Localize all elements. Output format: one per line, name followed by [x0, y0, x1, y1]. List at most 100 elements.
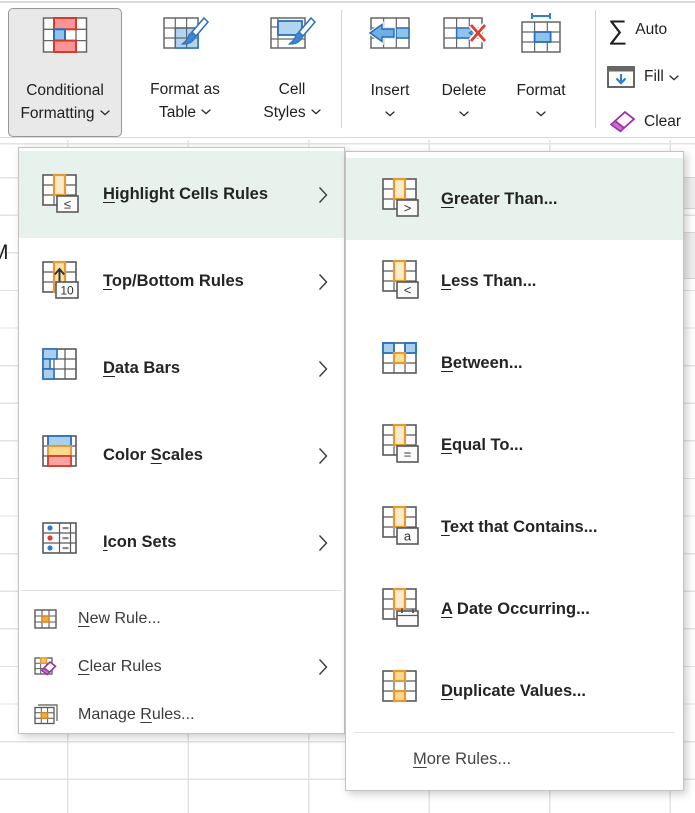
- format-as-table-button[interactable]: Format as Table: [126, 8, 244, 135]
- menu-item-label: Highlight Cells Rules: [103, 185, 268, 204]
- chevron-down-icon: [100, 101, 110, 122]
- chevron-down-icon: [311, 100, 321, 121]
- date-occurring-icon: [381, 586, 427, 632]
- icon-sets-icon: [41, 520, 87, 566]
- ribbon-top-divider: [0, 1, 695, 3]
- submenu-item-label: Greater Than...: [441, 190, 557, 209]
- delete-cells-button[interactable]: Delete: [428, 8, 500, 135]
- ribbon-group-divider: [595, 10, 596, 128]
- conditional-formatting-icon: [9, 14, 121, 56]
- submenu-item-label: More Rules...: [413, 750, 511, 769]
- button-label: Insert: [355, 82, 425, 100]
- menu-item-label: Color Scales: [103, 446, 203, 465]
- submenu-arrow-icon: [318, 186, 328, 204]
- menu-item-icon-sets[interactable]: Icon Sets: [19, 499, 344, 586]
- submenu-item-label: Duplicate Values...: [441, 682, 586, 701]
- menu-item-new-rule[interactable]: New Rule...: [19, 595, 344, 643]
- duplicate-values-icon: [381, 668, 427, 714]
- button-label: Conditional Formatting: [9, 80, 121, 124]
- submenu-item-greater-than[interactable]: > Greater Than...: [346, 158, 683, 240]
- sheet-fragment: [684, 232, 695, 279]
- data-bars-icon: [41, 346, 87, 392]
- ribbon-styles-group: Conditional Formatting Format as Table: [0, 0, 695, 138]
- submenu-item-text-that-contains[interactable]: a Text that Contains...: [346, 486, 683, 568]
- svg-text:=: =: [404, 447, 412, 462]
- sheet-fragment: [684, 177, 695, 209]
- insert-cells-icon: [355, 12, 425, 56]
- submenu-arrow-icon: [318, 360, 328, 378]
- chevron-down-icon: [201, 100, 211, 121]
- format-cells-icon: [505, 12, 577, 56]
- menu-separator: [21, 590, 342, 591]
- submenu-arrow-icon: [318, 447, 328, 465]
- submenu-item-duplicate-values[interactable]: Duplicate Values...: [346, 650, 683, 732]
- autosum-sigma-icon: ∑: [608, 17, 627, 43]
- clear-rules-icon: [34, 656, 58, 679]
- cell-styles-button[interactable]: Cell Styles: [248, 8, 336, 135]
- manage-rules-icon: [34, 704, 58, 727]
- ribbon-group-divider: [341, 10, 342, 128]
- text-contains-icon: a: [381, 504, 427, 550]
- greater-than-icon: >: [381, 176, 427, 222]
- menu-item-manage-rules[interactable]: Manage Rules...: [19, 691, 344, 739]
- format-as-table-icon: [126, 13, 244, 55]
- menu-item-clear-rules[interactable]: Clear Rules: [19, 643, 344, 691]
- clear-eraser-icon: [604, 108, 636, 136]
- menu-item-label: Clear Rules: [78, 658, 162, 676]
- chevron-down-icon: [355, 111, 425, 117]
- menu-item-label: New Rule...: [78, 610, 161, 628]
- highlight-cells-rules-submenu: > Greater Than... < Less Than...: [345, 151, 684, 791]
- button-label: Delete: [428, 82, 500, 100]
- submenu-arrow-icon: [318, 534, 328, 552]
- submenu-arrow-icon: [318, 273, 328, 291]
- submenu-arrow-icon: [318, 658, 328, 676]
- button-label: Format: [505, 82, 577, 100]
- conditional-formatting-menu: ≤ Highlight Cells Rules 10 Top/Bottom Ru…: [18, 147, 345, 734]
- button-label: Fill: [644, 68, 664, 86]
- conditional-formatting-button[interactable]: Conditional Formatting: [8, 8, 122, 137]
- svg-text:10: 10: [60, 283, 74, 297]
- submenu-item-less-than[interactable]: < Less Than...: [346, 240, 683, 322]
- new-rule-icon: [34, 608, 58, 631]
- cell-styles-icon: [248, 13, 336, 55]
- equal-to-icon: =: [381, 422, 427, 468]
- insert-cells-button[interactable]: Insert: [355, 8, 425, 135]
- excel-window: M Conditional Formatting: [0, 0, 695, 813]
- menu-item-label: Top/Bottom Rules: [103, 272, 244, 291]
- less-than-icon: <: [381, 258, 427, 304]
- submenu-item-label: A Date Occurring...: [441, 600, 590, 619]
- button-label: Cell Styles: [248, 79, 336, 123]
- chevron-down-icon: [428, 111, 500, 117]
- menu-item-label: Manage Rules...: [78, 706, 195, 724]
- button-label: Clear: [644, 113, 681, 131]
- svg-text:≤: ≤: [64, 196, 71, 211]
- clear-button[interactable]: Clear: [602, 105, 695, 139]
- submenu-item-a-date-occurring[interactable]: A Date Occurring...: [346, 568, 683, 650]
- autosum-button[interactable]: ∑ Auto: [602, 13, 695, 47]
- submenu-item-more-rules[interactable]: More Rules...: [346, 733, 683, 786]
- submenu-item-equal-to[interactable]: = Equal To...: [346, 404, 683, 486]
- submenu-item-label: Text that Contains...: [441, 518, 597, 537]
- button-label: Auto: [635, 21, 667, 39]
- button-label: Format as Table: [126, 79, 244, 123]
- menu-item-top-bottom-rules[interactable]: 10 Top/Bottom Rules: [19, 238, 344, 325]
- submenu-item-between[interactable]: Between...: [346, 322, 683, 404]
- submenu-item-label: Between...: [441, 354, 523, 373]
- fill-icon: [606, 64, 636, 90]
- menu-item-color-scales[interactable]: Color Scales: [19, 412, 344, 499]
- menu-item-highlight-cells-rules[interactable]: ≤ Highlight Cells Rules: [19, 151, 344, 238]
- submenu-item-label: Equal To...: [441, 436, 523, 455]
- color-scales-icon: [41, 433, 87, 479]
- format-cells-button[interactable]: Format: [505, 8, 577, 135]
- chevron-down-icon: [505, 111, 577, 117]
- submenu-item-label: Less Than...: [441, 272, 536, 291]
- fill-button[interactable]: Fill: [602, 60, 695, 94]
- delete-cells-icon: [428, 12, 500, 56]
- menu-item-data-bars[interactable]: Data Bars: [19, 325, 344, 412]
- chevron-down-icon: [669, 68, 679, 86]
- partial-cell-text: M: [0, 241, 9, 265]
- between-icon: [381, 340, 427, 386]
- svg-text:<: <: [404, 283, 412, 298]
- menu-item-label: Icon Sets: [103, 533, 176, 552]
- menu-item-label: Data Bars: [103, 359, 180, 378]
